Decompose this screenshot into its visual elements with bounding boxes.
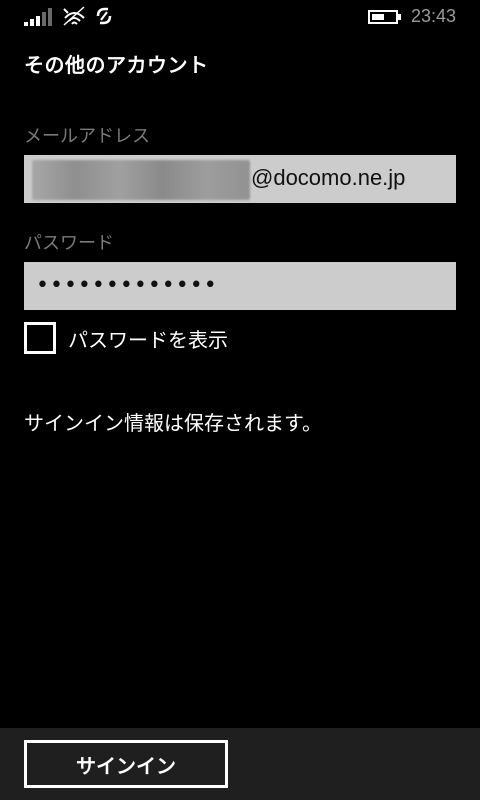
email-domain-text: @docomo.ne.jp [251,165,406,190]
password-masked-value: ••••••••••••• [36,273,218,298]
status-bar: 23:43 [0,0,480,34]
page-title: その他のアカウント [24,53,209,77]
show-password-toggle[interactable]: パスワードを表示 [24,322,228,354]
signal-strength-icon [24,8,52,26]
wifi-icon [63,6,85,26]
email-label: メールアドレス [24,126,150,147]
password-label: パスワード [24,233,114,254]
status-time: 23:43 [410,6,456,26]
show-password-label: パスワードを表示 [68,327,228,352]
sign-in-info-text: サインイン情報は保存されます。 [24,411,322,435]
battery-icon [368,10,401,24]
email-field[interactable]: @docomo.ne.jp [24,155,456,203]
sign-in-button[interactable]: サインイン [24,740,228,788]
email-username-redacted [32,160,250,200]
show-password-checkbox[interactable] [24,322,56,354]
password-field[interactable]: ••••••••••••• [24,262,456,310]
app-bar: サインイン [0,728,480,800]
sync-icon [96,7,112,25]
